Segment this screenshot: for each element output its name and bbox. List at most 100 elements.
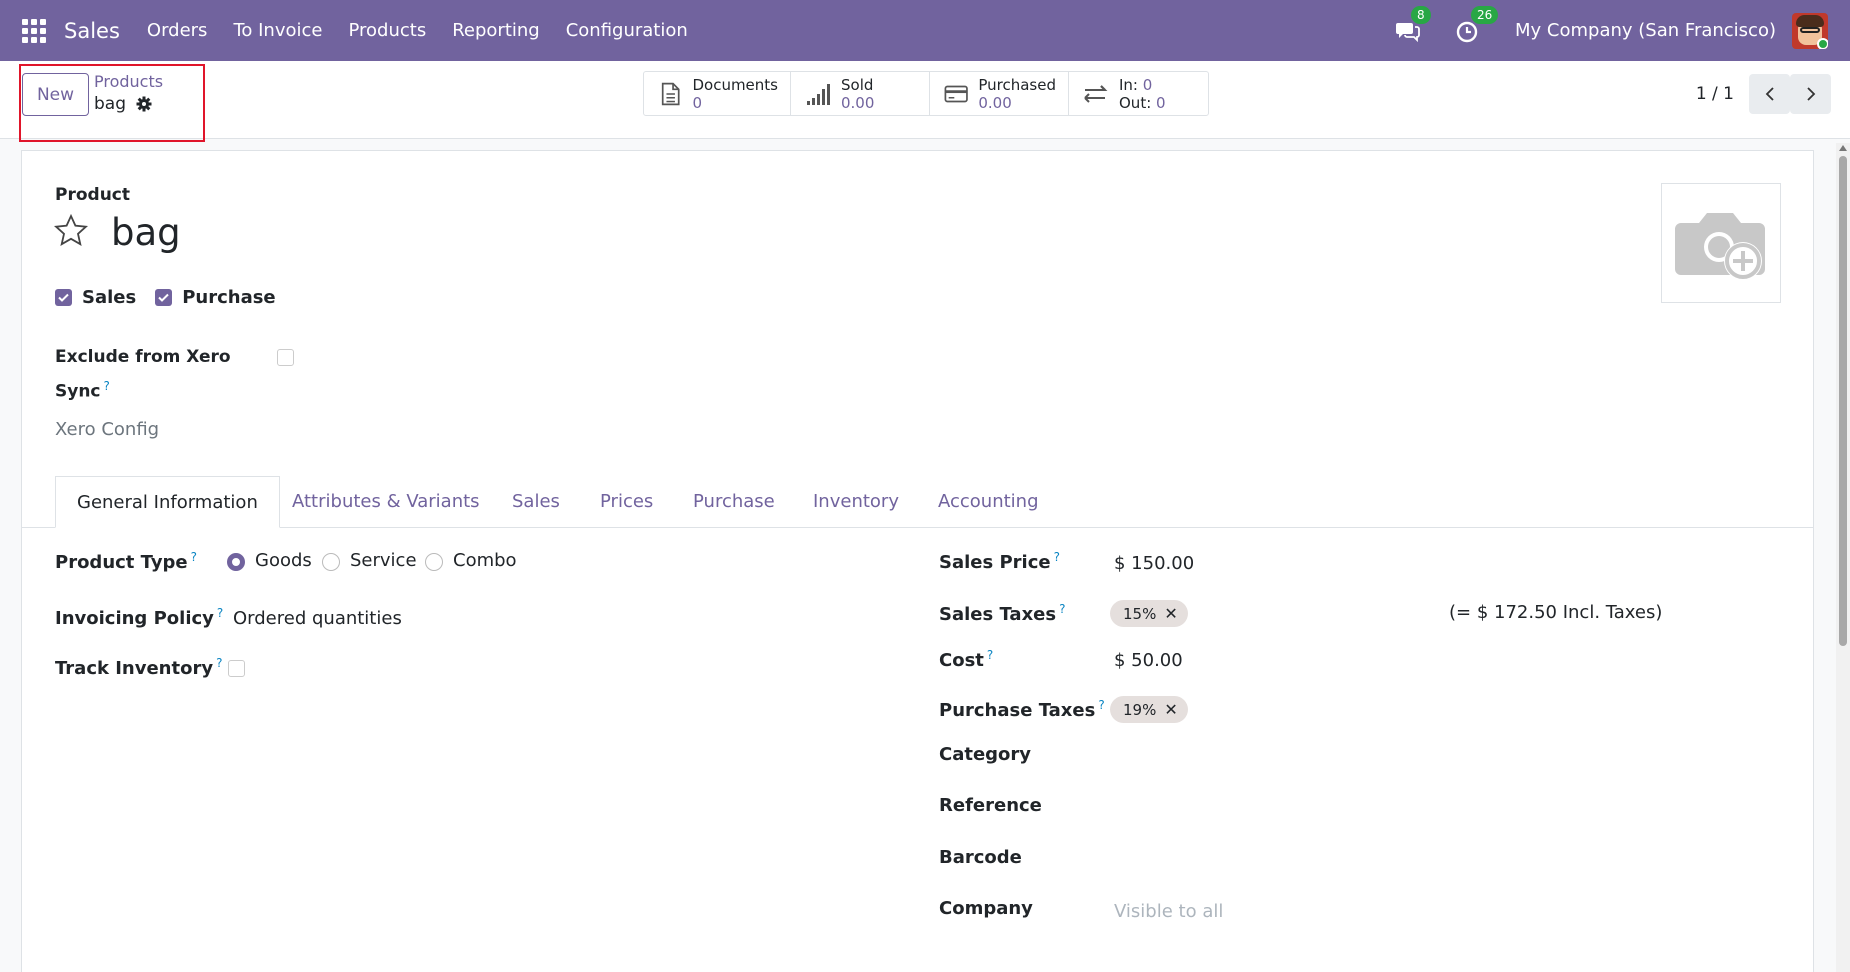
track-inventory-checkbox[interactable] xyxy=(228,660,245,677)
remove-tag-icon[interactable]: ✕ xyxy=(1164,604,1177,623)
user-avatar[interactable] xyxy=(1792,12,1828,49)
xero-config-section: Xero Config xyxy=(55,419,160,440)
tab-prices[interactable]: Prices xyxy=(600,476,653,528)
product-type-service-label[interactable]: Service xyxy=(350,550,417,571)
control-panel: New Products bag Documents 0 Sold 0.00 P… xyxy=(0,61,1850,142)
exclude-xero-label-line2: Sync xyxy=(55,381,101,402)
help-icon[interactable]: ? xyxy=(1098,698,1104,712)
product-label: Product xyxy=(55,185,130,205)
menu-configuration[interactable]: Configuration xyxy=(553,20,701,41)
company-switcher[interactable]: My Company (San Francisco) xyxy=(1515,20,1776,41)
product-image-upload[interactable] xyxy=(1661,183,1781,303)
tab-attributes-variants[interactable]: Attributes & Variants xyxy=(292,476,480,528)
product-type-label: Product Type? xyxy=(55,550,198,573)
sales-taxes-label: Sales Taxes? xyxy=(939,602,1066,625)
sales-checkbox[interactable] xyxy=(55,289,72,306)
menu-products[interactable]: Products xyxy=(335,20,439,41)
reference-label: Reference xyxy=(939,795,1042,816)
out-value: 0 xyxy=(1156,93,1166,112)
exclude-xero-label-line1: Exclude from Xero xyxy=(55,347,231,367)
help-icon[interactable]: ? xyxy=(191,550,197,564)
out-label: Out: xyxy=(1119,93,1152,112)
app-brand[interactable]: Sales xyxy=(64,19,120,43)
tab-purchase[interactable]: Purchase xyxy=(693,476,775,528)
pager-next-button[interactable] xyxy=(1790,74,1831,114)
scrollbar-thumb[interactable] xyxy=(1839,156,1847,646)
smart-buttons: Documents 0 Sold 0.00 Purchased 0.00 In:… xyxy=(643,71,1209,116)
invoicing-policy-select[interactable]: Ordered quantities xyxy=(233,608,402,629)
checkmark-icon xyxy=(58,293,69,302)
tab-inventory[interactable]: Inventory xyxy=(813,476,899,528)
gear-icon[interactable] xyxy=(136,96,152,112)
product-type-goods-radio[interactable] xyxy=(227,553,245,571)
messages-badge: 8 xyxy=(1411,5,1431,24)
invoicing-policy-label: Invoicing Policy? xyxy=(55,606,224,629)
breadcrumb: Products bag xyxy=(94,71,163,115)
menu-to-invoice[interactable]: To Invoice xyxy=(220,20,335,41)
product-name-field[interactable]: bag xyxy=(111,211,181,254)
sales-price-label: Sales Price? xyxy=(939,550,1060,573)
messaging-button[interactable]: 8 xyxy=(1395,5,1431,44)
product-type-combo-label[interactable]: Combo xyxy=(453,550,517,571)
sales-tax-tag[interactable]: 15% ✕ xyxy=(1110,600,1188,627)
purchase-taxes-label: Purchase Taxes? xyxy=(939,698,1105,721)
help-icon[interactable]: ? xyxy=(1054,550,1060,564)
pager-previous-button[interactable] xyxy=(1749,74,1790,114)
help-icon[interactable]: ? xyxy=(1059,602,1065,616)
activities-button[interactable]: 26 xyxy=(1455,5,1499,44)
documents-value: 0 xyxy=(692,93,703,112)
remove-tag-icon[interactable]: ✕ xyxy=(1164,700,1177,719)
in-value: 0 xyxy=(1142,75,1153,94)
sold-smart-button[interactable]: Sold 0.00 xyxy=(791,72,930,115)
top-navbar: Sales Orders To Invoice Products Reporti… xyxy=(0,0,1850,61)
company-field[interactable]: Visible to all xyxy=(1114,901,1223,922)
track-inventory-label: Track Inventory? xyxy=(55,656,223,679)
help-icon[interactable]: ? xyxy=(987,648,993,662)
documents-label: Documents xyxy=(692,75,778,94)
sold-label: Sold xyxy=(841,75,874,94)
help-icon[interactable]: ? xyxy=(104,379,110,393)
apps-menu-icon[interactable] xyxy=(22,18,46,43)
camera-plus-icon xyxy=(1675,213,1765,280)
exclude-xero-checkbox[interactable] xyxy=(277,349,294,366)
purchase-tax-tag[interactable]: 19% ✕ xyxy=(1110,696,1188,723)
online-status-dot xyxy=(1817,37,1828,49)
breadcrumb-current: bag xyxy=(94,93,163,115)
credit-card-icon xyxy=(944,85,968,102)
breadcrumb-current-label: bag xyxy=(94,94,126,114)
tab-accounting[interactable]: Accounting xyxy=(938,476,1039,528)
exclude-xero-label: Exclude from Xero Sync? xyxy=(55,343,235,407)
new-button[interactable]: New xyxy=(22,73,89,116)
category-label: Category xyxy=(939,744,1032,765)
document-icon xyxy=(661,82,680,105)
purchased-label: Purchased xyxy=(978,75,1056,94)
documents-smart-button[interactable]: Documents 0 xyxy=(644,72,791,115)
purchase-checkbox[interactable] xyxy=(155,289,173,306)
in-out-smart-button[interactable]: In: 0 Out: 0 xyxy=(1069,72,1208,115)
help-icon[interactable]: ? xyxy=(217,606,223,620)
tab-sales[interactable]: Sales xyxy=(512,476,560,528)
sales-checkbox-label[interactable]: Sales xyxy=(82,287,136,308)
menu-orders[interactable]: Orders xyxy=(134,20,221,41)
sales-price-field[interactable]: $ 150.00 xyxy=(1114,553,1194,574)
purchased-smart-button[interactable]: Purchased 0.00 xyxy=(930,72,1069,115)
navbar-systray: 8 26 My Company (San Francisco) xyxy=(1395,0,1850,61)
cost-label: Cost? xyxy=(939,648,994,671)
tab-general-information[interactable]: General Information xyxy=(55,476,280,528)
purchase-checkbox-label[interactable]: Purchase xyxy=(182,287,275,308)
sale-purchase-checks: Sales Purchase xyxy=(55,287,295,308)
activities-badge: 26 xyxy=(1471,5,1499,24)
sales-price-incl-taxes: (= $ 172.50 Incl. Taxes) xyxy=(1449,602,1663,623)
menu-reporting[interactable]: Reporting xyxy=(439,20,553,41)
help-icon[interactable]: ? xyxy=(216,656,222,670)
cost-field[interactable]: $ 50.00 xyxy=(1114,650,1183,671)
exchange-arrows-icon xyxy=(1084,84,1108,103)
form-sheet: Product bag Sales Purchase Exclude from … xyxy=(21,150,1814,972)
scroll-up-icon[interactable] xyxy=(1839,145,1847,151)
pager-value[interactable]: 1 / 1 xyxy=(1696,84,1734,104)
breadcrumb-products-link[interactable]: Products xyxy=(94,71,163,93)
product-type-service-radio[interactable] xyxy=(322,553,340,571)
product-type-combo-radio[interactable] xyxy=(425,553,443,571)
product-type-goods-label[interactable]: Goods xyxy=(255,550,312,571)
star-icon[interactable] xyxy=(53,213,89,249)
